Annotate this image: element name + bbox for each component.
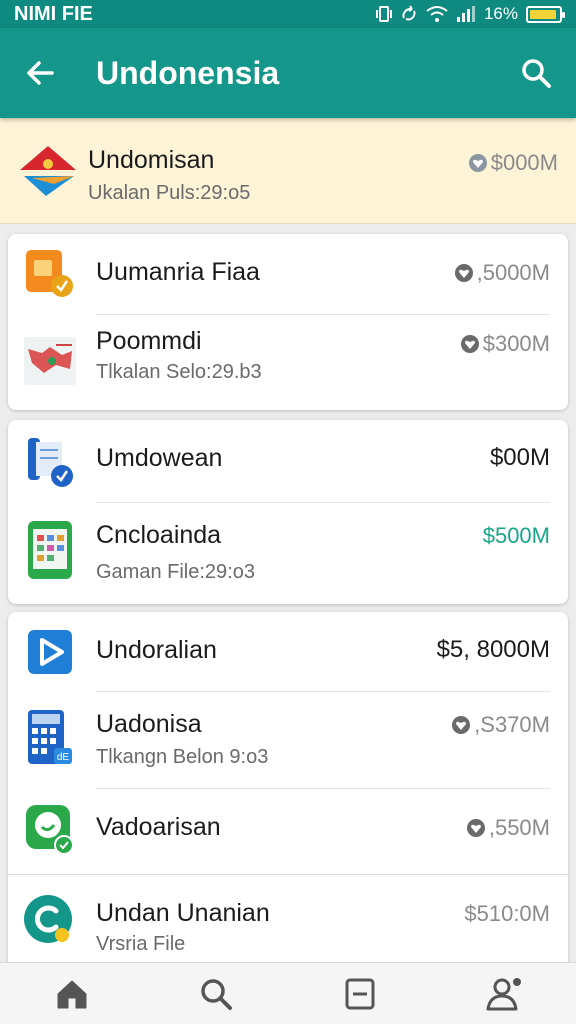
- wifi-icon: [426, 6, 448, 22]
- folder-app-icon: [26, 250, 73, 297]
- carrier-label: NIMI FIE: [14, 2, 93, 25]
- list-item[interactable]: Umdowean $00M: [8, 420, 568, 502]
- battery-icon: [526, 5, 565, 23]
- battery-percent: 16%: [483, 4, 518, 23]
- back-arrow-icon: [27, 61, 54, 85]
- profile-icon: [486, 977, 521, 1010]
- document-app-icon: [28, 438, 73, 487]
- item-name: Undan Unanian: [96, 899, 270, 927]
- search-nav-icon: [201, 978, 232, 1010]
- nav-profile-button[interactable]: [474, 969, 534, 1019]
- list-item[interactable]: dE Uadonisa Tlkangn Belon 9:o3 ,S370M: [8, 692, 568, 788]
- nav-home-button[interactable]: [42, 969, 102, 1019]
- list-item[interactable]: Poommdi Tlkalan Selo:29.b3 $300M: [8, 315, 568, 410]
- app-logo-icon: [20, 146, 76, 196]
- search-button[interactable]: [516, 53, 556, 93]
- status-bar: NIMI FIE 16%: [0, 0, 576, 28]
- svg-text:dE: dE: [57, 752, 70, 763]
- list-item[interactable]: Cncloainda Gaman File:29:o3 $500M: [8, 503, 568, 604]
- item-name: Cncloainda: [96, 521, 222, 549]
- item-price: $510:0M: [464, 901, 550, 926]
- item-price: $500M: [482, 523, 550, 548]
- item-name: Undoralian: [96, 636, 217, 664]
- item-name: Vadoarisan: [96, 813, 221, 841]
- item-price: $00M: [489, 444, 550, 471]
- item-price: ,550M: [466, 815, 550, 841]
- home-icon: [57, 980, 87, 1008]
- document-icon: [345, 978, 375, 1009]
- item-name: Undomisan: [88, 146, 215, 174]
- heart-badge-icon: [460, 335, 479, 353]
- signal-icon: [456, 6, 475, 22]
- item-subtitle: Gaman File:29:o3: [96, 561, 255, 583]
- item-price: $5, 8000M: [436, 636, 550, 663]
- vibrate-icon: [375, 6, 392, 22]
- nav-search-button[interactable]: [186, 969, 246, 1019]
- list-item[interactable]: Vadoarisan ,550M: [8, 789, 568, 875]
- map-app-icon: [24, 337, 76, 385]
- item-subtitle: Tlkangn Belon 9:o3: [96, 746, 269, 768]
- calculator-app-icon: dE: [28, 710, 72, 764]
- list-item[interactable]: Undan Unanian Vrsria File $510:0M: [8, 875, 568, 962]
- list-item[interactable]: Uumanria Fiaa ,5000M: [8, 234, 568, 314]
- heart-badge-icon: [454, 264, 473, 282]
- sync-icon: [402, 5, 416, 21]
- phone-app-icon: [28, 521, 72, 579]
- search-icon: [522, 59, 551, 88]
- item-name: Uadonisa: [96, 710, 202, 738]
- item-price: $000M: [468, 150, 558, 176]
- app-bar: Undonensia: [0, 28, 576, 118]
- list-card: Undoralian $5, 8000M dE Uadonisa Tlkangn…: [8, 612, 568, 962]
- item-name: Uumanria Fiaa: [96, 258, 260, 286]
- list-card: Umdowean $00M Cncloainda Gaman File:29:o…: [8, 420, 568, 604]
- status-icons: 16%: [375, 4, 565, 24]
- bottom-navigation: [0, 962, 576, 1024]
- item-subtitle: Ukalan Puls:29:o5: [88, 182, 251, 204]
- highlighted-list-item[interactable]: Undomisan Ukalan Puls:29:o5 $000M: [0, 118, 576, 224]
- back-button[interactable]: [20, 53, 60, 93]
- item-price: $300M: [460, 331, 550, 357]
- item-name: Umdowean: [96, 444, 223, 472]
- chat-app-icon: [26, 805, 74, 855]
- item-price: ,S370M: [451, 712, 550, 738]
- page-title: Undonensia: [96, 54, 280, 91]
- item-subtitle: Vrsria File: [96, 933, 186, 955]
- item-price: ,5000M: [454, 260, 550, 286]
- list-item[interactable]: Undoralian $5, 8000M: [8, 612, 568, 692]
- play-app-icon: [28, 630, 72, 674]
- list-card: Uumanria Fiaa ,5000M Poommdi Tlkalan Sel…: [8, 234, 568, 410]
- nav-documents-button[interactable]: [330, 969, 390, 1019]
- item-name: Poommdi: [96, 327, 202, 355]
- heart-badge-icon: [468, 154, 487, 172]
- item-subtitle: Tlkalan Selo:29.b3: [96, 361, 262, 383]
- teal-app-icon: [24, 895, 72, 943]
- heart-badge-icon: [466, 819, 485, 837]
- heart-badge-icon: [452, 716, 471, 734]
